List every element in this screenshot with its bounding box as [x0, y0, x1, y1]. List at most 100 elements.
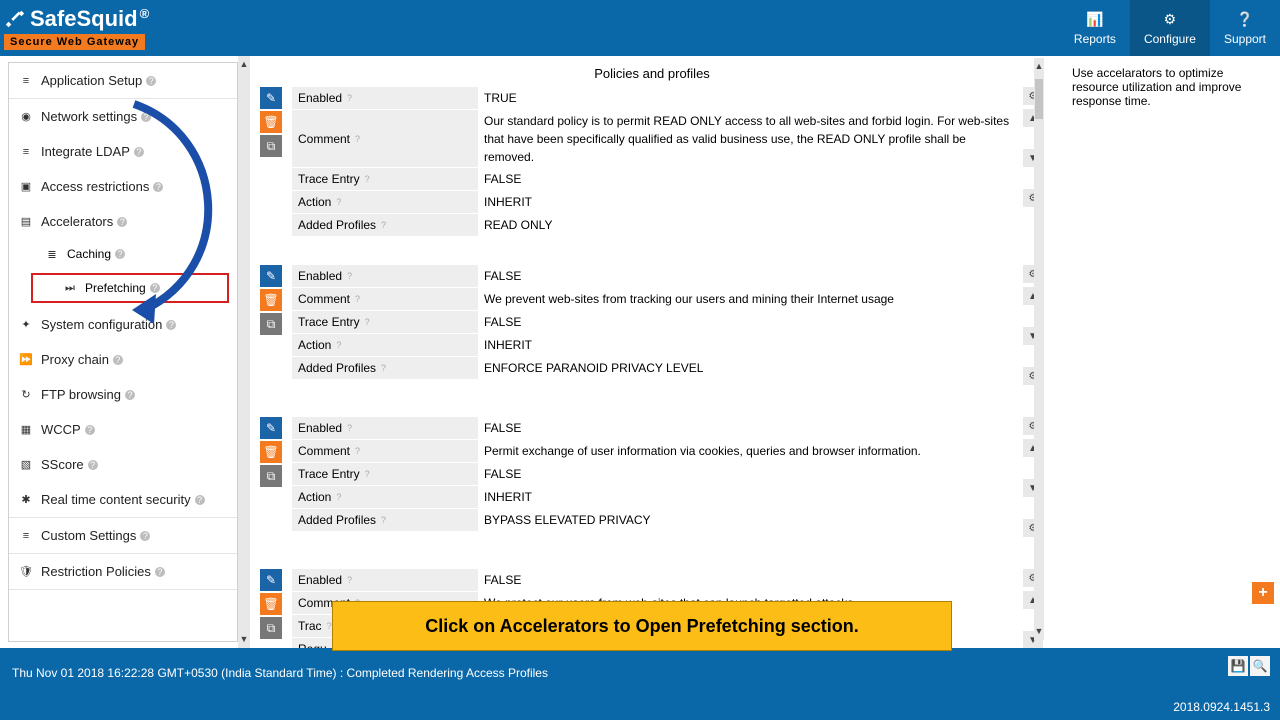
- property-label: Added Profiles?: [292, 509, 478, 531]
- edit-button[interactable]: ✎: [260, 265, 282, 287]
- property-label: Added Profiles?: [292, 214, 478, 236]
- content-scrollbar[interactable]: ▲ ▼: [1034, 58, 1044, 640]
- edit-button[interactable]: ✎: [260, 87, 282, 109]
- delete-button[interactable]: 🗑: [260, 289, 282, 311]
- sidebar-custom[interactable]: ≡Custom Settings?: [9, 518, 237, 553]
- shield-icon: ▣: [19, 180, 33, 193]
- nav-support[interactable]: ❔ Support: [1210, 0, 1280, 56]
- property-row: Trace Entry?FALSE: [292, 463, 1016, 486]
- version-text: 2018.0924.1451.3: [1173, 700, 1270, 714]
- sidebar-sscore[interactable]: ▧SScore?: [9, 447, 237, 482]
- property-value: Permit exchange of user information via …: [478, 440, 1016, 463]
- ftp-icon: ↻: [19, 388, 33, 401]
- scroll-thumb[interactable]: [1035, 79, 1043, 119]
- clone-button[interactable]: ⧉: [260, 465, 282, 487]
- property-row: Action?INHERIT: [292, 486, 1016, 509]
- policy-block: ✎🗑⧉ Enabled?TRUEComment?Our standard poli…: [250, 87, 1054, 265]
- sidebar-rtc[interactable]: ✱Real time content security?: [9, 482, 237, 517]
- scroll-up-icon[interactable]: ▲: [240, 60, 249, 69]
- logo-icon: [4, 8, 26, 30]
- delete-button[interactable]: 🗑: [260, 111, 282, 133]
- sidebar-wccp[interactable]: ▦WCCP?: [9, 412, 237, 447]
- property-value: FALSE: [478, 168, 1016, 191]
- property-row: Enabled?FALSE: [292, 569, 1016, 592]
- property-label: Trace Entry?: [292, 311, 478, 333]
- stack-icon: ≡: [19, 146, 33, 158]
- help-panel: Use accelarators to optimize resource ut…: [1060, 56, 1280, 648]
- property-value: FALSE: [478, 417, 1016, 440]
- property-row: Added Profiles?BYPASS ELEVATED PRIVACY: [292, 509, 1016, 532]
- help-text: Use accelarators to optimize resource ut…: [1072, 66, 1268, 108]
- annotation-arrow: [126, 96, 236, 326]
- property-value: FALSE: [478, 569, 1016, 592]
- property-row: Action?INHERIT: [292, 191, 1016, 214]
- property-row: Action?INHERIT: [292, 334, 1016, 357]
- forward-icon: ⏭: [63, 282, 77, 295]
- property-label: Enabled?: [292, 417, 478, 439]
- wrench-icon: ✦: [19, 318, 33, 331]
- property-row: Enabled?TRUE: [292, 87, 1016, 110]
- logo: SafeSquid®: [4, 6, 147, 32]
- search-button[interactable]: 🔍: [1250, 656, 1270, 676]
- sidebar-app-setup[interactable]: ≡ Application Setup?: [9, 63, 237, 98]
- delete-button[interactable]: 🗑: [260, 441, 282, 463]
- property-label: Added Profiles?: [292, 357, 478, 379]
- property-value: READ ONLY: [478, 214, 1016, 237]
- property-label: Comment?: [292, 440, 478, 462]
- sidebar-ftp[interactable]: ↻FTP browsing?: [9, 377, 237, 412]
- footer: Thu Nov 01 2018 16:22:28 GMT+0530 (India…: [0, 648, 1280, 720]
- property-value: INHERIT: [478, 191, 1016, 214]
- property-value: We prevent web-sites from tracking our u…: [478, 288, 1016, 311]
- support-icon: ❔: [1236, 11, 1253, 28]
- property-row: Trace Entry?FALSE: [292, 311, 1016, 334]
- logo-tagline: Secure Web Gateway: [4, 34, 145, 50]
- property-value: Our standard policy is to permit READ ON…: [478, 110, 1016, 168]
- property-row: Comment?Permit exchange of user informat…: [292, 440, 1016, 463]
- property-label: Enabled?: [292, 569, 478, 591]
- bug-icon: ✱: [19, 493, 33, 506]
- speed-icon: ▤: [19, 215, 33, 228]
- folder-icon: ≡: [19, 75, 33, 87]
- configure-icon: ⚙: [1164, 11, 1177, 28]
- property-row: Enabled?FALSE: [292, 417, 1016, 440]
- property-value: INHERIT: [478, 334, 1016, 357]
- property-value: TRUE: [478, 87, 1016, 110]
- property-row: Added Profiles?ENFORCE PARANOID PRIVACY …: [292, 357, 1016, 380]
- policy-block: ✎🗑⧉Enabled?FALSEComment?Permit exchange …: [250, 417, 1054, 569]
- property-value: BYPASS ELEVATED PRIVACY: [478, 509, 1016, 532]
- policy-block: ✎🗑⧉ Enabled? FALSEComment?We prevent web-s…: [250, 265, 1054, 417]
- sidebar-scrollbar[interactable]: ▲ ▼: [238, 56, 250, 648]
- scroll-up-icon[interactable]: ▲: [1035, 62, 1044, 71]
- property-label: Comment?: [292, 288, 478, 310]
- scroll-down-icon[interactable]: ▼: [1035, 627, 1044, 636]
- clone-button[interactable]: ⧉: [260, 617, 282, 639]
- clone-button[interactable]: ⧉: [260, 135, 282, 157]
- property-label: Comment?: [292, 110, 478, 167]
- property-label: Enabled?: [292, 265, 478, 287]
- sidebar-restriction[interactable]: 🛡Restriction Policies?: [9, 554, 237, 589]
- property-row: Trace Entry?FALSE: [292, 168, 1016, 191]
- clone-button[interactable]: ⧉: [260, 313, 282, 335]
- chain-icon: ⏩: [19, 353, 33, 366]
- edit-button[interactable]: ✎: [260, 569, 282, 591]
- save-button[interactable]: 💾: [1228, 656, 1248, 676]
- property-value: ENFORCE PARANOID PRIVACY LEVEL: [478, 357, 1016, 380]
- property-label: Action?: [292, 486, 478, 508]
- property-row: Comment?We prevent web-sites from tracki…: [292, 288, 1016, 311]
- property-value: FALSE: [478, 463, 1016, 486]
- content: Policies and profiles ✎🗑⧉Enabled?TRUECom…: [250, 56, 1060, 648]
- property-label: Trace Entry?: [292, 168, 478, 190]
- nav-reports[interactable]: 📊 Reports: [1060, 0, 1130, 56]
- property-label: Action?: [292, 334, 478, 356]
- delete-button[interactable]: 🗑: [260, 593, 282, 615]
- add-button[interactable]: +: [1252, 582, 1274, 604]
- sidebar-proxychain[interactable]: ⏩Proxy chain?: [9, 342, 237, 377]
- wccp-icon: ▦: [19, 423, 33, 436]
- edit-button[interactable]: ✎: [260, 417, 282, 439]
- scroll-down-icon[interactable]: ▼: [240, 635, 249, 644]
- instruction-callout: Click on Accelerators to Open Prefetchin…: [332, 601, 952, 651]
- status-text: Thu Nov 01 2018 16:22:28 GMT+0530 (India…: [12, 666, 548, 680]
- property-value: FALSE: [478, 311, 1016, 334]
- nav-configure[interactable]: ⚙ Configure: [1130, 0, 1210, 56]
- property-label: Enabled?: [292, 87, 478, 109]
